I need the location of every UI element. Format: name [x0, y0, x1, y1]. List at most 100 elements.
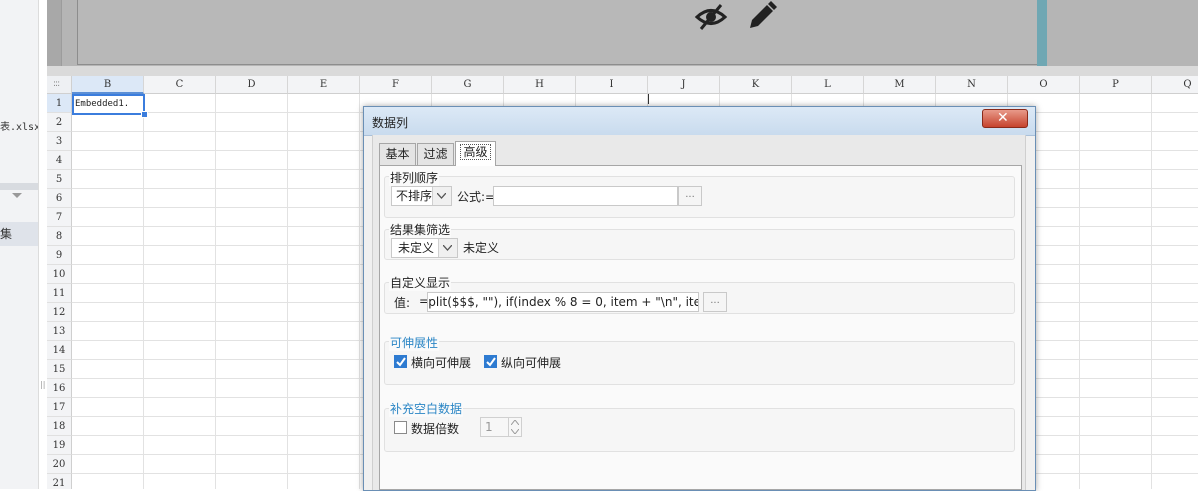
- row-header-18[interactable]: 18: [47, 417, 72, 436]
- row-header-6[interactable]: 6: [47, 189, 72, 208]
- column-header-o[interactable]: O: [1008, 76, 1080, 94]
- collapse-arrow-icon[interactable]: [12, 193, 22, 198]
- horizontal-extend-checkbox[interactable]: [394, 355, 407, 368]
- file-name[interactable]: 表.xlsx: [0, 118, 40, 133]
- column-header-j[interactable]: J: [648, 76, 720, 94]
- data-column-dialog: 数据列 ✕ 基本 过滤 高级 排列顺序 不排序 公式:= ... 结果集筛选 未…: [363, 106, 1036, 491]
- row-header-12[interactable]: 12: [47, 303, 72, 322]
- preview-band: [1037, 0, 1047, 66]
- custom-display-formula-input[interactable]: split($$$, ""), if(index % 8 = 0, item +…: [427, 292, 699, 312]
- row-header-19[interactable]: 19: [47, 436, 72, 455]
- grid-column-line: [359, 94, 360, 489]
- sort-formula-button[interactable]: ...: [678, 186, 702, 206]
- column-header-d[interactable]: D: [216, 76, 288, 94]
- tab-basic-label: 基本: [385, 147, 410, 161]
- preview-ruler: [47, 0, 62, 66]
- data-multiple-spinner[interactable]: 1: [480, 417, 522, 437]
- checkmark-icon: [396, 357, 406, 367]
- row-header-16[interactable]: 16: [47, 379, 72, 398]
- sort-order-select[interactable]: 不排序: [391, 186, 452, 206]
- column-header-g[interactable]: G: [432, 76, 504, 94]
- selected-cell[interactable]: Embedded1.: [72, 94, 145, 115]
- tab-advanced[interactable]: 高级: [455, 141, 496, 166]
- advanced-panel: 排列顺序 不排序 公式:= ... 结果集筛选 未定义 未定义 自定义显示 值:…: [379, 165, 1022, 490]
- column-header-i[interactable]: I: [576, 76, 648, 94]
- extensible-group: [384, 341, 1015, 385]
- dialog-title-bar[interactable]: 数据列 ✕: [364, 107, 1035, 136]
- panel-splitter[interactable]: [38, 0, 47, 489]
- column-header-m[interactable]: M: [864, 76, 936, 94]
- column-header-p[interactable]: P: [1080, 76, 1152, 94]
- extensible-title: 可伸展性: [389, 334, 440, 351]
- left-panel: 表.xlsx 集: [0, 0, 40, 489]
- row-header-1[interactable]: 1: [47, 94, 72, 113]
- fill-blank-title: 补充空白数据: [389, 400, 464, 417]
- row-header-13[interactable]: 13: [47, 322, 72, 341]
- grid-column-line: [143, 94, 144, 489]
- horizontal-extend-label[interactable]: 横向可伸展: [411, 354, 471, 371]
- vertical-extend-label[interactable]: 纵向可伸展: [501, 354, 561, 371]
- close-button[interactable]: ✕: [982, 109, 1028, 128]
- close-icon: ✕: [997, 110, 1009, 126]
- spinner-buttons[interactable]: [508, 418, 521, 436]
- column-header-q[interactable]: Q: [1152, 76, 1198, 94]
- chevron-down-icon[interactable]: [432, 187, 451, 205]
- select-all-corner[interactable]: :::: [47, 76, 72, 94]
- column-header-c[interactable]: C: [144, 76, 216, 94]
- row-header-14[interactable]: 14: [47, 341, 72, 360]
- fill-blank-group: [384, 408, 1015, 452]
- splitter-grip-icon[interactable]: ||: [40, 380, 45, 389]
- tab-filter-label: 过滤: [423, 147, 448, 161]
- column-header-n[interactable]: N: [936, 76, 1008, 94]
- spin-up-icon[interactable]: [509, 418, 521, 427]
- sort-group-title: 排列顺序: [389, 169, 440, 186]
- value-label: 值:: [394, 296, 411, 310]
- column-header-b[interactable]: B: [72, 76, 144, 94]
- grid-column-line: [1151, 94, 1152, 489]
- panel-separator[interactable]: [0, 183, 38, 190]
- preview-bottom-bar: [47, 66, 1198, 76]
- row-header-17[interactable]: 17: [47, 398, 72, 417]
- row-header-5[interactable]: 5: [47, 170, 72, 189]
- tab-basic[interactable]: 基本: [379, 143, 416, 165]
- grid-column-line: [1079, 94, 1080, 489]
- row-header-7[interactable]: 7: [47, 208, 72, 227]
- column-header-f[interactable]: F: [360, 76, 432, 94]
- tab-filter[interactable]: 过滤: [417, 143, 454, 165]
- row-header-21[interactable]: 21: [47, 474, 72, 489]
- column-header-e[interactable]: E: [288, 76, 360, 94]
- custom-display-button[interactable]: ...: [703, 292, 727, 312]
- data-multiple-label[interactable]: 数据倍数: [411, 420, 459, 437]
- data-multiple-value: 1: [485, 420, 493, 434]
- sort-formula-input[interactable]: [493, 186, 678, 206]
- column-header-k[interactable]: K: [720, 76, 792, 94]
- row-header-15[interactable]: 15: [47, 360, 72, 379]
- custom-display-formula: split($$$, ""), if(index % 8 = 0, item +…: [427, 295, 698, 309]
- pencil-icon[interactable]: [746, 0, 778, 32]
- formula-label: 公式:=: [457, 190, 496, 204]
- row-header-9[interactable]: 9: [47, 246, 72, 265]
- row-header-11[interactable]: 11: [47, 284, 72, 303]
- column-header-l[interactable]: L: [792, 76, 864, 94]
- preview-canvas: [77, 0, 1038, 65]
- vertical-extend-checkbox[interactable]: [484, 355, 497, 368]
- data-multiple-checkbox[interactable]: [394, 421, 407, 434]
- row-header-20[interactable]: 20: [47, 455, 72, 474]
- tab-advanced-label: 高级: [460, 144, 491, 160]
- filter-group-title: 结果集筛选: [389, 221, 452, 238]
- dataset-item[interactable]: 集: [0, 222, 38, 246]
- column-header-h[interactable]: H: [504, 76, 576, 94]
- row-header-4[interactable]: 4: [47, 151, 72, 170]
- row-header-8[interactable]: 8: [47, 227, 72, 246]
- row-header-3[interactable]: 3: [47, 132, 72, 151]
- eye-off-icon[interactable]: [694, 2, 728, 32]
- text-cursor: [648, 94, 649, 104]
- row-header-2[interactable]: 2: [47, 113, 72, 132]
- row-header-10[interactable]: 10: [47, 265, 72, 284]
- filter-select[interactable]: 未定义: [391, 238, 458, 258]
- chevron-down-icon[interactable]: [438, 239, 457, 257]
- fill-handle[interactable]: [141, 111, 148, 118]
- spin-down-icon[interactable]: [509, 427, 521, 436]
- sort-order-value: 不排序: [396, 189, 433, 203]
- checkmark-icon: [486, 357, 496, 367]
